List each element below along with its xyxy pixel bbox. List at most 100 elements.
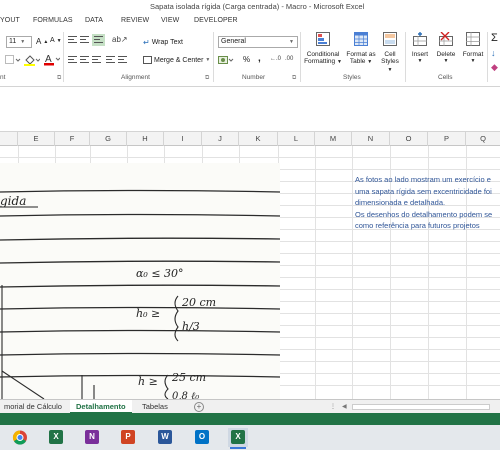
column-header-e[interactable]: E [18,132,55,146]
fill-color-icon[interactable] [24,54,40,66]
column-header-n[interactable]: N [352,132,390,146]
increase-decimal-icon[interactable]: ←.0 [270,56,281,62]
number-format-dropdown[interactable]: General ▼ [218,36,298,48]
align-middle-icon[interactable] [80,36,89,44]
excel-taskbar-button[interactable]: X [46,428,66,447]
chrome-taskbar-button[interactable] [10,428,30,447]
sheet-tab-detalhamento[interactable]: Detalhamento [70,400,132,414]
number-group-label: Number [242,74,266,81]
tab-scroll-handle-icon[interactable]: ⋮ [330,403,336,410]
align-top-icon[interactable] [68,36,77,44]
tab-page-layout[interactable]: YOUT [0,17,20,24]
font-size-box[interactable]: 11 ▼ [6,36,32,48]
accounting-format-icon[interactable] [218,55,234,66]
wrap-text-icon: ↵ [143,38,150,47]
increase-indent-icon[interactable] [118,56,127,64]
tab-view[interactable]: VIEW [161,17,179,24]
tab-developer[interactable]: DEVELOPER [194,17,238,24]
chevron-down-icon[interactable]: ▼ [205,57,210,63]
photo-h-lhs: h ≥ [138,375,158,388]
format-cells-button[interactable]: Format ▼ [460,32,486,66]
borders-icon[interactable] [5,55,21,65]
tab-formulas[interactable]: FORMULAS [33,17,73,24]
onenote-icon: N [85,430,99,444]
scroll-left-icon[interactable]: ◀ [342,403,347,410]
windows-taskbar: X N P W O X [0,425,500,450]
autosum-icon[interactable]: Σ [491,32,498,44]
chevron-down-icon: ▼ [289,39,294,45]
sheet-tab-memorial[interactable]: morial de Cálculo [4,400,62,414]
align-left-icon[interactable] [68,56,77,64]
notebook-photo[interactable]: gida α₀ ≤ 30° h₀ ≥ 20 cm h/3 h ≥ 25 cm 0… [0,163,280,399]
decrease-indent-icon[interactable] [106,56,115,64]
cell-styles-button[interactable]: Cell Styles ▼ [378,32,402,74]
ribbon-tabs: YOUT FORMULAS DATA REVIEW VIEW DEVELOPER [0,14,500,29]
ribbon: 11 ▼ A ▲ A ▼ A nt ⧉ ab↗ ↵ Wrap Text Merge … [0,29,500,87]
delete-cells-button[interactable]: Delete ▼ [433,31,459,66]
column-header-f[interactable]: F [55,132,90,146]
column-header-i[interactable]: I [164,132,202,146]
fill-icon[interactable]: ↓ [491,48,496,58]
align-right-icon[interactable] [92,56,101,64]
group-separator [63,32,64,82]
cell-styles-label-1: Cell [384,50,396,58]
photo-h-b: 0,8 ℓ₀ [172,391,199,399]
font-dialog-launcher-icon[interactable]: ⧉ [57,75,61,82]
column-header-partial[interactable] [0,132,18,146]
photo-h0-b: h/3 [182,320,200,333]
wrap-text-button[interactable]: ↵ Wrap Text [143,38,183,47]
column-header-h[interactable]: H [127,132,164,146]
column-header-p[interactable]: P [428,132,466,146]
formula-bar-area [0,87,500,132]
powerpoint-taskbar-button[interactable]: P [118,428,138,447]
onenote-taskbar-button[interactable]: N [82,428,102,447]
number-dialog-launcher-icon[interactable]: ⧉ [292,75,296,82]
align-center-icon[interactable] [80,56,89,64]
conditional-formatting-button[interactable]: Conditional Formatting ▼ [303,32,343,67]
alignment-group-label: Alignment [121,74,150,81]
comma-style-button[interactable]: , [258,53,261,64]
notes-line-5: como referência para futuros projetos [355,221,480,231]
format-as-table-button[interactable]: Format as Table ▼ [345,32,377,67]
excel-active-taskbar-button[interactable]: X [228,428,248,449]
tab-review[interactable]: REVIEW [121,17,149,24]
conditional-formatting-label-2: Formatting [304,58,336,65]
delete-cells-icon [439,31,453,46]
clear-icon[interactable]: ◆ [491,62,498,73]
worksheet-grid[interactable]: gida α₀ ≤ 30° h₀ ≥ 20 cm h/3 h ≥ 25 cm 0… [0,146,500,399]
notes-line-2: uma sapata rígida sem excentricidade foi [355,186,492,196]
decrease-decimal-icon[interactable]: .00 [285,56,293,62]
notes-line-4: Os desenhos do detalhamento podem se [355,209,493,219]
column-header-o[interactable]: O [390,132,428,146]
font-group-label: nt [0,74,6,81]
window-title: Sapata isolada rígida (Carga centrada) -… [150,2,365,11]
grow-font-icon[interactable]: A ▲ [36,37,48,46]
conditional-formatting-icon [316,32,330,46]
word-taskbar-button[interactable]: W [155,428,175,447]
column-header-q[interactable]: Q [466,132,500,146]
percent-style-button[interactable]: % [243,55,250,64]
merge-center-button[interactable]: Merge & Center ▼ [143,56,210,64]
format-as-table-icon [354,32,368,46]
column-header-j[interactable]: J [202,132,239,146]
align-bottom-icon[interactable] [92,34,105,46]
excel-active-icon: X [231,430,245,444]
add-sheet-icon[interactable]: + [194,402,204,412]
insert-cells-button[interactable]: Insert ▼ [408,32,432,66]
font-color-icon[interactable]: A [44,53,60,66]
outlook-taskbar-button[interactable]: O [192,428,212,447]
format-as-table-label-1: Format as [346,50,376,58]
column-header-g[interactable]: G [90,132,127,146]
column-header-k[interactable]: K [239,132,278,146]
format-cells-icon [466,32,480,46]
column-header-m[interactable]: M [315,132,352,146]
horizontal-scrollbar[interactable] [352,404,490,410]
format-cells-label: Format [462,50,484,58]
group-separator [300,32,301,82]
alignment-dialog-launcher-icon[interactable]: ⧉ [205,75,209,82]
column-header-l[interactable]: L [278,132,315,146]
shrink-font-icon[interactable]: A ▼ [50,37,62,44]
orientation-icon[interactable]: ab↗ [112,35,128,44]
tab-data[interactable]: DATA [85,17,103,24]
sheet-tab-tabelas[interactable]: Tabelas [142,400,168,414]
